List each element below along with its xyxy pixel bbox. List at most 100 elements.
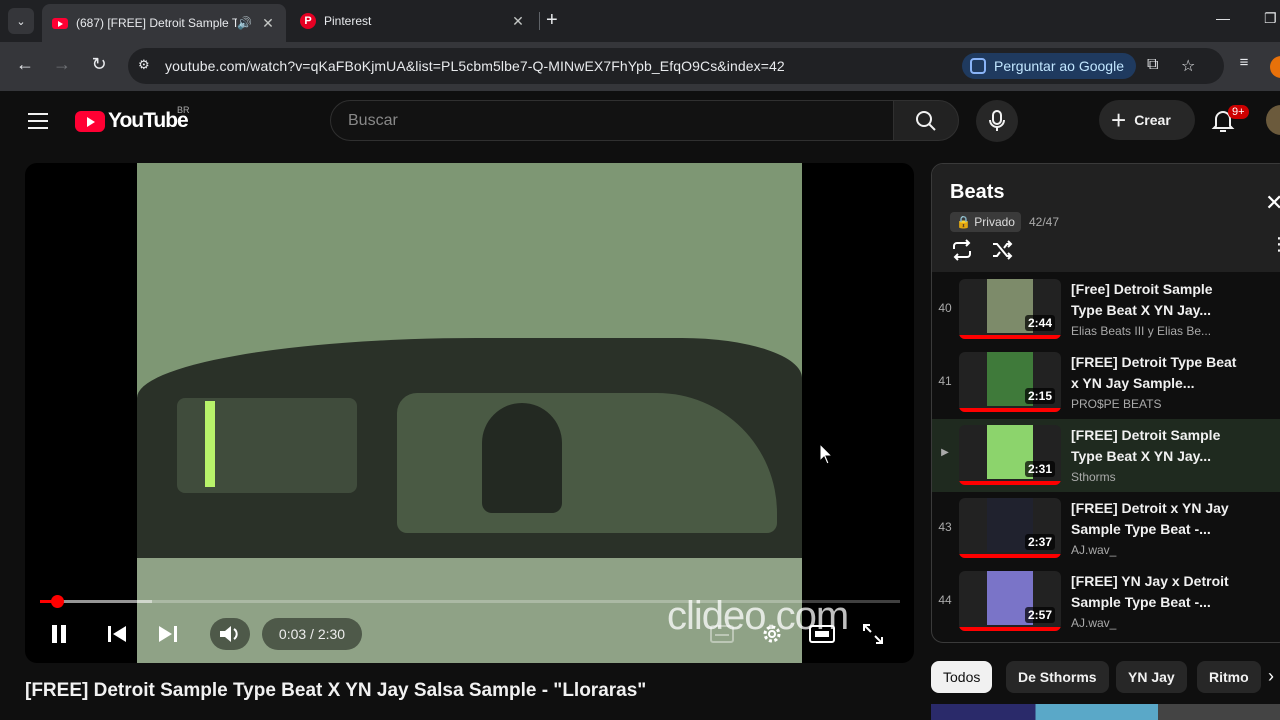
time-display: 0:03 / 2:30: [262, 618, 362, 650]
playlist-item[interactable]: 43 2:37 [FREE] Detroit x YN Jay Sample T…: [932, 492, 1280, 565]
playlist-item-channel: Sthorms: [1071, 470, 1116, 484]
duration-badge: 2:15: [1024, 388, 1055, 404]
microphone-icon: [989, 110, 1005, 131]
loop-icon[interactable]: [950, 238, 974, 262]
chip-de-sthorms[interactable]: De Sthorms: [1006, 661, 1109, 693]
fullscreen-icon: [863, 624, 883, 644]
playlist-title[interactable]: Beats: [950, 181, 1004, 204]
video-scene-rear-window: [177, 398, 357, 493]
playlist-item-index: 43: [938, 520, 952, 534]
recommendations-preview: [931, 704, 1280, 720]
ask-google-label: Perguntar ao Google: [994, 58, 1124, 74]
address-bar[interactable]: ⚙ youtube.com/watch?v=qKaFBoKjmUA&list=P…: [128, 48, 1224, 84]
close-playlist-icon[interactable]: ✕: [1265, 190, 1280, 216]
watched-progress-bar: [959, 554, 1061, 558]
reload-icon[interactable]: ↻: [87, 54, 111, 75]
menu-icon[interactable]: [28, 113, 48, 134]
forward-icon[interactable]: →: [50, 54, 74, 75]
playlist-item-current[interactable]: ▶ 2:31 [FREE] Detroit Sample Type Beat X…: [932, 419, 1280, 492]
search-input[interactable]: Buscar: [330, 100, 894, 141]
playlist-item-thumbnail: 2:44: [959, 279, 1061, 339]
notification-badge: 9+: [1228, 105, 1249, 119]
privacy-badge: 🔒 Privado: [950, 212, 1021, 232]
maximize-icon[interactable]: ❐: [1264, 10, 1277, 27]
playlist-item[interactable]: 41 2:15 [FREE] Detroit Type Beat x YN Ja…: [932, 346, 1280, 419]
duration-badge: 2:57: [1024, 607, 1055, 623]
playlist-item[interactable]: 44 2:57 [FREE] YN Jay x Detroit Sample T…: [932, 565, 1280, 638]
playlist-meta: 🔒 Privado 42/47: [950, 212, 1059, 232]
tab-youtube[interactable]: (687) [FREE] Detroit Sample Type Beat X …: [42, 4, 286, 42]
back-icon[interactable]: ←: [13, 54, 37, 75]
create-label: Crear: [1134, 112, 1171, 128]
duration-badge: 2:37: [1024, 534, 1055, 550]
shuffle-icon[interactable]: [990, 238, 1014, 262]
progress-bar[interactable]: [40, 595, 900, 608]
subtitles-button[interactable]: [707, 618, 737, 650]
new-tab-icon[interactable]: +: [546, 10, 558, 30]
ask-google-button[interactable]: Perguntar ao Google: [962, 53, 1136, 79]
playlist-item-channel: PRO$PE BEATS: [1071, 397, 1162, 411]
playlist-item-thumbnail: 2:37: [959, 498, 1061, 558]
pinterest-favicon-icon: P: [300, 13, 316, 29]
youtube-logo[interactable]: YouTube BR: [75, 105, 190, 133]
country-code: BR: [177, 105, 190, 115]
search-icon: [916, 110, 936, 131]
url-text[interactable]: youtube.com/watch?v=qKaFBoKjmUA&list=PL5…: [165, 58, 785, 74]
playlist-item-index: 44: [938, 593, 952, 607]
youtube-favicon-icon: [52, 17, 68, 29]
subtitles-icon: [710, 625, 734, 643]
mute-button[interactable]: [210, 618, 250, 650]
close-tab-icon[interactable]: ✕: [510, 13, 526, 30]
fullscreen-button[interactable]: [857, 618, 889, 650]
site-info-icon[interactable]: ⚙: [138, 57, 154, 73]
chip-ritmo[interactable]: Ritmo: [1197, 661, 1261, 693]
duration-badge: 2:31: [1024, 461, 1055, 477]
playlist-item-index: 41: [938, 374, 952, 388]
playlist-tools: [950, 238, 1014, 262]
plus-icon: +: [1111, 105, 1127, 135]
video-player[interactable]: clideo.com 0:03 / 2:30: [25, 163, 914, 663]
playlist-item-thumbnail: 2:57: [959, 571, 1061, 631]
tab-audio-icon[interactable]: 🔊: [237, 16, 252, 30]
google-lens-icon: [970, 58, 986, 74]
next-button[interactable]: [152, 618, 184, 650]
install-app-icon[interactable]: ⧉: [1147, 56, 1158, 74]
more-options-icon[interactable]: ⋮: [1270, 235, 1280, 253]
tab-title: (687) [FREE] Detroit Sample Type Beat X …: [76, 16, 238, 30]
media-control-icon[interactable]: ≡: [1232, 54, 1256, 71]
account-avatar[interactable]: [1266, 105, 1280, 135]
voice-search-button[interactable]: [976, 100, 1018, 142]
chip-yn-jay[interactable]: YN Jay: [1116, 661, 1187, 693]
profile-avatar[interactable]: [1270, 56, 1280, 78]
playlist-item-thumbnail: 2:31: [959, 425, 1061, 485]
previous-button[interactable]: [101, 618, 133, 650]
playlist-position: 42/47: [1028, 215, 1059, 229]
watched-progress-bar: [959, 408, 1061, 412]
chip-todos[interactable]: Todos: [931, 661, 993, 693]
progress-scrubber-handle[interactable]: [51, 595, 65, 608]
youtube-play-icon: [75, 110, 105, 132]
create-button[interactable]: + Crear: [1099, 100, 1195, 140]
gear-icon: [763, 625, 781, 643]
mouse-cursor-icon: [819, 443, 833, 465]
search-placeholder: Buscar: [348, 112, 398, 129]
minimize-icon[interactable]: —: [1216, 10, 1230, 26]
settings-button[interactable]: [756, 618, 788, 650]
playlist-item-title: [FREE] Detroit Sample Type Beat X YN Jay…: [1071, 427, 1221, 464]
video-frame: [137, 163, 802, 663]
video-scene-driver: [482, 403, 562, 513]
playlist-panel: Beats 🔒 Privado 42/47 ✕ ⋮ 40 2:44 [Free]…: [931, 163, 1280, 643]
playlist-item[interactable]: 40 2:44 [Free] Detroit Sample Type Beat …: [932, 273, 1280, 346]
youtube-header: YouTube BR Buscar + Crear: [0, 91, 1280, 149]
chevron-right-icon[interactable]: ›: [1268, 666, 1274, 687]
tab-pinterest[interactable]: P Pinterest ✕: [290, 4, 536, 38]
now-playing-icon: ▶: [941, 447, 949, 458]
tab-search-button[interactable]: ⌄: [8, 8, 34, 34]
search-button[interactable]: [893, 100, 959, 141]
previous-icon: [108, 626, 126, 642]
next-icon: [159, 626, 177, 642]
pause-button[interactable]: [43, 618, 75, 650]
theater-mode-button[interactable]: [806, 618, 838, 650]
close-tab-icon[interactable]: ✕: [260, 15, 276, 32]
bookmark-star-icon[interactable]: ☆: [1181, 56, 1195, 76]
